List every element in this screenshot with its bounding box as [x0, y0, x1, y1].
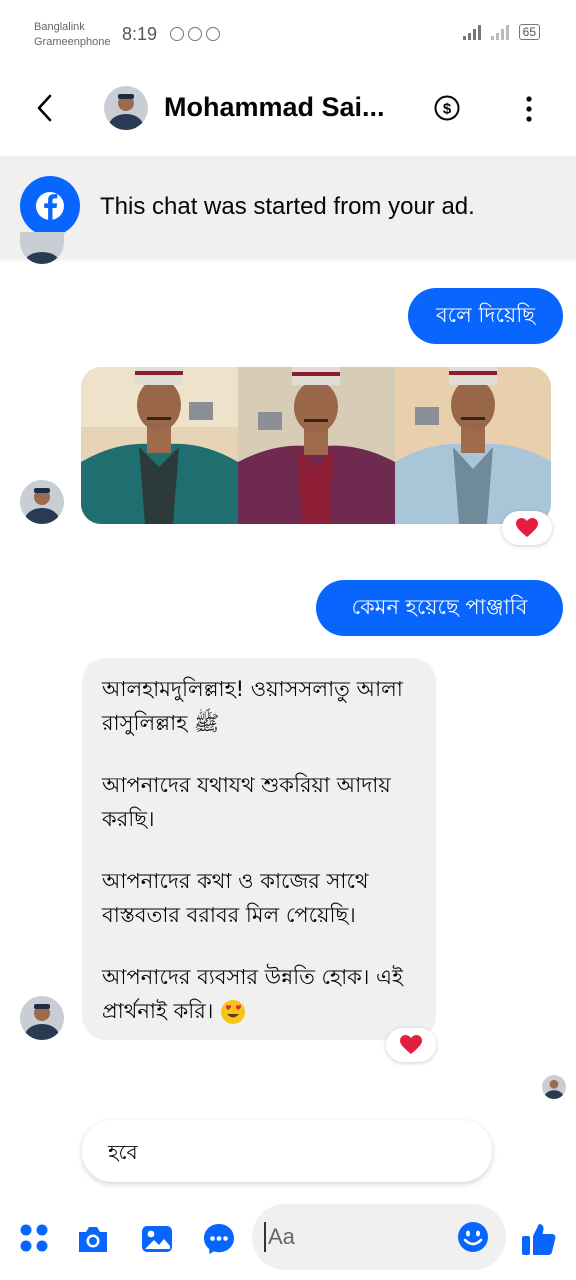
heart-icon [400, 1035, 422, 1054]
incoming-message[interactable]: আলহামদুলিল্লাহ! ওয়াসসলাতু আলা রাসুলিল্ল… [82, 658, 436, 1040]
message-paragraph: আলহামদুলিল্লাহ! ওয়াসসলাতু আলা রাসুলিল্ল… [102, 677, 403, 735]
data-saver-icon [170, 27, 184, 41]
seen-receipt-avatar [542, 1075, 566, 1099]
message-paragraph: আপনাদের ব্যবসার উন্নতি হোক। এই প্রার্থনা… [102, 960, 416, 1028]
chat-header: Mohammad Sai... $ [0, 60, 576, 156]
text-cursor [264, 1222, 266, 1252]
photo-2[interactable] [238, 367, 395, 524]
payment-button[interactable]: $ [434, 95, 460, 121]
contact-avatar[interactable] [20, 480, 64, 524]
chat-extras-button[interactable] [202, 1222, 236, 1256]
camera-icon [79, 1227, 107, 1252]
like-button[interactable] [520, 1220, 558, 1258]
facebook-notification-icon [206, 27, 220, 41]
gallery-icon [142, 1226, 172, 1252]
apps-icon [20, 1224, 48, 1252]
message-paragraph: আপনাদের যথাযথ শুকরিয়া আদায় করছি। [102, 773, 391, 831]
heart-eyes-emoji-icon [221, 1000, 246, 1024]
message-paragraph-text: আপনাদের ব্যবসার উন্নতি হোক। এই প্রার্থনা… [102, 965, 403, 1023]
message-input-placeholder: Aa [268, 1224, 295, 1249]
carrier-info: Banglalink Grameenphone [34, 20, 110, 50]
outgoing-message[interactable]: বলে দিয়েছি [408, 288, 563, 344]
contact-avatar-partial [20, 232, 64, 264]
carrier-2: Grameenphone [34, 36, 111, 48]
photo-attachment[interactable] [81, 367, 551, 524]
facebook-notification-icon [188, 27, 202, 41]
ad-origin-banner: This chat was started from your ad. [0, 156, 576, 258]
chat-dots-icon [204, 1224, 234, 1254]
vertical-dots-icon [526, 96, 532, 122]
photo-3[interactable] [395, 367, 551, 524]
message-paragraph: আপনাদের কথা ও কাজের সাথে বাস্তবতার বরাবর… [102, 869, 369, 927]
heart-reaction[interactable] [502, 511, 552, 545]
contact-name[interactable]: Mohammad Sai... [164, 92, 385, 123]
status-time: 8:19 [122, 24, 158, 44]
gallery-button[interactable] [140, 1222, 174, 1256]
status-bar: Banglalink Grameenphone 8:19 65 [0, 0, 576, 60]
notification-icons [170, 27, 220, 41]
signal-icon-2 [490, 24, 509, 40]
system-indicators: 65 [462, 24, 540, 40]
ad-banner-text: This chat was started from your ad. [100, 193, 475, 220]
emoji-icon [458, 1222, 488, 1252]
outgoing-message[interactable]: কেমন হয়েছে পাঞ্জাবি [316, 580, 563, 636]
contact-avatar[interactable] [20, 996, 64, 1040]
battery-icon: 65 [518, 24, 540, 40]
typing-preview: হবে [82, 1120, 492, 1182]
message-input[interactable]: Aa [252, 1204, 506, 1270]
dollar-circle-icon: $ [434, 95, 460, 121]
carrier-1: Banglalink [34, 21, 85, 33]
facebook-icon [20, 176, 80, 236]
more-options-button[interactable] [520, 96, 538, 122]
message-composer: Aa [0, 1196, 576, 1280]
signal-icon [462, 24, 481, 40]
emoji-button[interactable] [456, 1220, 490, 1254]
chevron-left-icon [37, 94, 52, 122]
camera-button[interactable] [76, 1222, 110, 1256]
heart-reaction[interactable] [386, 1028, 436, 1062]
photo-1[interactable] [81, 367, 238, 524]
contact-avatar[interactable] [104, 86, 148, 130]
svg-text:$: $ [443, 101, 452, 118]
thumbs-up-icon [522, 1224, 556, 1255]
back-button[interactable] [30, 90, 60, 126]
heart-icon [516, 518, 538, 537]
apps-button[interactable] [18, 1222, 52, 1256]
